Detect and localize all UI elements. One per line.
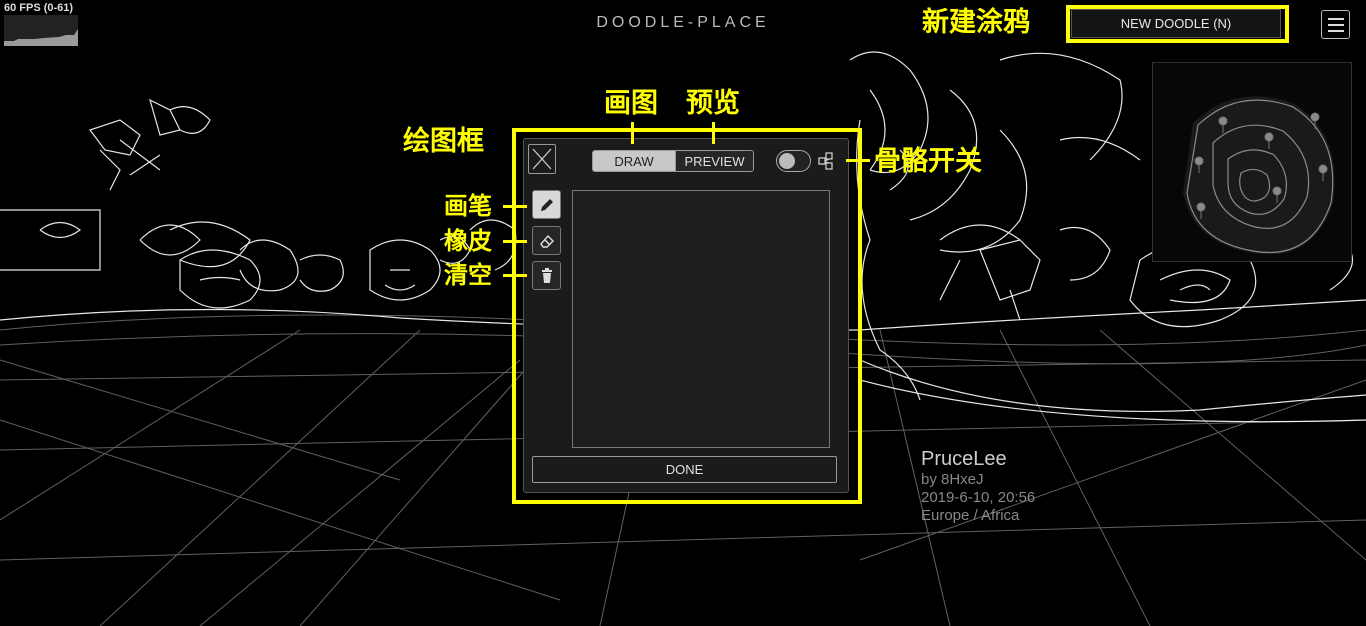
annotation-leader [846,159,870,162]
doodle-name[interactable]: PruceLee [921,447,1035,471]
minimap[interactable] [1152,62,1352,262]
minimap-contours [1183,96,1335,255]
eraser-icon [539,234,554,248]
pencil-icon [540,198,553,211]
annotation-leader [712,122,715,144]
menu-icon-bar [1328,18,1344,20]
annotation-clear: 清空 [444,261,492,289]
toggle-knob [779,153,795,169]
skeleton-icon[interactable] [817,152,835,170]
close-icon [532,148,552,170]
skeleton-toggle[interactable] [776,150,811,172]
annotation-leader [503,205,527,208]
mode-tabs: DRAW PREVIEW [592,150,754,172]
annotation-leader [503,274,527,277]
close-button[interactable] [528,144,556,174]
doodle-info: PruceLee by 8HxeJ 2019-6-10, 20:56 Europ… [921,447,1035,525]
drawing-canvas[interactable] [572,190,830,448]
doodle-date: 2019-6-10, 20:56 [921,489,1036,506]
annotation-leader [503,240,527,243]
annotation-preview-tab: 预览 [686,88,740,119]
annotation-leader [631,122,634,144]
clear-tool-button[interactable] [532,261,561,290]
trash-icon [541,267,552,283]
menu-icon-bar [1328,30,1344,32]
new-doodle-button[interactable]: NEW DOODLE (N) [1071,9,1281,38]
fps-label: 60 FPS (0-61) [4,2,74,14]
annotation-skeleton-toggle: 骨骼开关 [874,146,982,177]
pen-tool-button[interactable] [532,190,561,219]
annotation-pen: 画笔 [444,192,492,220]
done-button[interactable]: DONE [532,456,837,483]
menu-button[interactable] [1321,10,1350,39]
eraser-tool-button[interactable] [532,226,561,255]
tab-draw[interactable]: DRAW [593,151,675,171]
tab-preview[interactable]: PREVIEW [675,151,753,171]
annotation-eraser: 橡皮 [444,227,492,255]
annotation-draw-tab: 画图 [604,88,658,119]
menu-icon-bar [1328,24,1344,26]
annotation-new-doodle: 新建涂鸦 [922,7,1030,38]
doodle-region: Europe / Africa [921,507,1020,524]
annotation-draw-frame: 绘图框 [403,126,484,157]
doodle-author: by 8HxeJ [921,471,984,488]
